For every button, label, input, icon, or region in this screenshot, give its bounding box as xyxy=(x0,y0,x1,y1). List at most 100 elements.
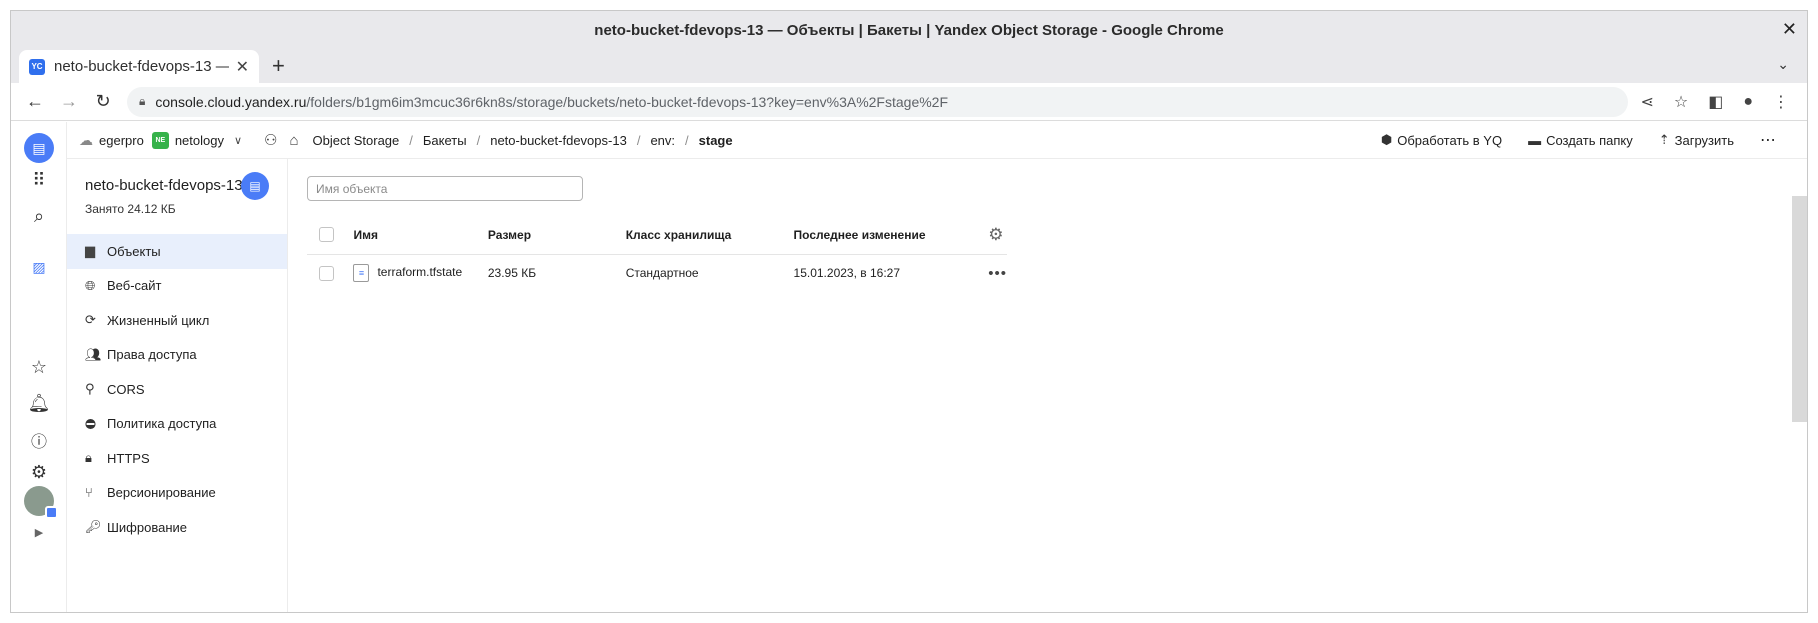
sidebar-item-lifecycle[interactable]: ⟳ Жизненный цикл xyxy=(67,303,287,338)
breadcrumb-buckets[interactable]: Бакеты xyxy=(423,133,467,148)
cycle-icon: ⟳ xyxy=(85,312,96,328)
create-folder-label: Создать папку xyxy=(1546,132,1633,148)
reload-icon[interactable]: ↻ xyxy=(89,88,117,116)
row-checkbox[interactable] xyxy=(319,265,334,281)
folder-chevron-down-icon[interactable]: ∨ xyxy=(234,134,242,147)
process-in-yq-label: Обработать в YQ xyxy=(1397,132,1503,148)
bucket-sidebar: neto-bucket-fdevops-13 Занято 24.12 КБ ▤… xyxy=(67,159,288,612)
sidebar-item-label: Шифрование xyxy=(107,519,187,535)
tab-title: neto-bucket-fdevops-13 — Объекты xyxy=(54,58,229,75)
column-modified[interactable]: Последнее изменение xyxy=(793,216,989,255)
breadcrumb-folder[interactable]: netology xyxy=(175,133,224,148)
sidebar-item-https[interactable]: 🔒︎ HTTPS xyxy=(67,441,287,476)
user-avatar[interactable] xyxy=(11,486,67,519)
bucket-service-icon[interactable]: ▨ xyxy=(11,259,67,276)
bookmark-star-icon[interactable]: ☆ xyxy=(1674,92,1688,112)
new-tab-icon[interactable]: + xyxy=(272,53,285,79)
back-icon[interactable]: ← xyxy=(21,88,49,116)
sidebar-item-versioning[interactable]: ⑂ Версионирование xyxy=(67,476,287,511)
upload-button[interactable]: ⇡ Загрузить xyxy=(1659,132,1734,148)
tab-strip: YC neto-bucket-fdevops-13 — Объекты ✕ + … xyxy=(11,50,1807,83)
sidebar-item-label: Права доступа xyxy=(107,347,197,363)
breadcrumb-separator: / xyxy=(476,132,481,148)
breadcrumb-prefix[interactable]: env: xyxy=(650,133,675,148)
select-all-checkbox[interactable] xyxy=(319,227,334,243)
site-info-icon[interactable]: 🔒︎ xyxy=(139,94,145,109)
bucket-icon: ▤ xyxy=(241,172,269,200)
sidebar-item-label: Политика доступа xyxy=(107,416,217,432)
globe-icon: 🌐︎ xyxy=(85,277,96,293)
more-actions-icon[interactable]: ⋯ xyxy=(1760,130,1777,150)
folder-icon: ▆ xyxy=(85,243,95,259)
services-graph-icon[interactable]: ⚇ xyxy=(264,131,277,149)
object-search-input[interactable] xyxy=(307,176,583,201)
column-name[interactable]: Имя xyxy=(353,216,488,255)
object-modified: 15.01.2023, в 16:27 xyxy=(793,266,900,281)
notifications-bell-icon[interactable]: 🔔︎ xyxy=(11,393,67,414)
create-folder-button[interactable]: ▬ Создать папку xyxy=(1528,133,1633,148)
home-icon[interactable]: ⌂ xyxy=(289,132,298,149)
window-title: neto-bucket-fdevops-13 — Объекты | Бакет… xyxy=(594,22,1224,39)
sidebar-item-label: Версионирование xyxy=(107,485,216,501)
breadcrumb-separator: / xyxy=(685,132,689,148)
favorites-star-icon[interactable]: ☆ xyxy=(11,357,67,378)
table-header-row: Имя Размер Класс хранилища Последнее изм… xyxy=(307,216,1007,255)
browser-tab[interactable]: YC neto-bucket-fdevops-13 — Объекты ✕ xyxy=(19,50,259,83)
share-icon[interactable]: ⋖ xyxy=(1640,92,1653,112)
breadcrumb-current: stage xyxy=(698,132,733,148)
rail-logo[interactable]: ▤ xyxy=(11,133,67,163)
sidebar-item-label: Жизненный цикл xyxy=(107,312,210,328)
column-storage-class[interactable]: Класс хранилища xyxy=(625,216,794,255)
sidebar-item-encryption[interactable]: 🔑︎ Шифрование xyxy=(67,510,287,545)
tab-search-icon[interactable]: ⌄ xyxy=(1777,56,1789,73)
breadcrumb-service[interactable]: Object Storage xyxy=(313,133,400,148)
side-panel-icon[interactable]: ◧ xyxy=(1708,92,1723,112)
select-all-cell xyxy=(307,216,354,255)
process-in-yq-button[interactable]: ⬢ Обработать в YQ xyxy=(1381,132,1502,148)
forward-icon[interactable]: → xyxy=(55,88,83,116)
column-size[interactable]: Размер xyxy=(487,216,626,255)
row-more-actions-icon[interactable]: ••• xyxy=(988,265,1007,282)
breadcrumb-bucket[interactable]: neto-bucket-fdevops-13 xyxy=(490,133,627,148)
expand-rail-icon[interactable]: ▶ xyxy=(11,526,67,539)
breadcrumb-cloud[interactable]: egerpro xyxy=(99,133,144,148)
table-row[interactable]: ≡ terraform.tfstate 23.95 КБ Стандартное … xyxy=(307,254,1007,292)
lock-icon: 🔒︎ xyxy=(85,450,92,466)
settings-gear-icon[interactable]: ⚙ xyxy=(11,462,67,483)
all-services-icon[interactable]: ⠿ xyxy=(11,170,67,191)
objects-panel: Имя Размер Класс хранилища Последнее изм… xyxy=(288,159,1807,612)
avatar xyxy=(24,486,58,519)
vertical-scrollbar[interactable] xyxy=(1792,196,1807,422)
row-select-cell xyxy=(307,254,353,292)
key-icon: 🔑︎ xyxy=(85,519,102,535)
storage-logo-icon: ▤ xyxy=(24,133,54,163)
title-bar: neto-bucket-fdevops-13 — Объекты | Бакет… xyxy=(11,11,1807,50)
sidebar-item-access-policy[interactable]: ⛔︎ Политика доступа xyxy=(67,407,287,442)
users-icon: 👥︎ xyxy=(85,346,102,362)
header-actions: ⬢ Обработать в YQ ▬ Создать папку ⇡ Загрузи… xyxy=(1381,130,1807,150)
objects-table: Имя Размер Класс хранилища Последнее изм… xyxy=(307,216,1007,292)
folder-plus-icon: ▬ xyxy=(1528,132,1542,148)
object-name[interactable]: terraform.tfstate xyxy=(377,265,462,279)
address-bar[interactable]: 🔒︎ console.cloud.yandex.ru/folders/b1gm6… xyxy=(127,86,1629,117)
column-settings-gear-icon[interactable]: ⚙ xyxy=(988,225,1003,244)
object-name-cell[interactable]: ≡ terraform.tfstate xyxy=(353,254,487,292)
sidebar-item-label: Объекты xyxy=(107,243,161,259)
column-settings-cell: ⚙ xyxy=(988,216,1007,255)
yq-icon: ⬢ xyxy=(1380,132,1393,147)
browser-window: neto-bucket-fdevops-13 — Объекты | Бакет… xyxy=(10,10,1808,613)
tab-close-icon[interactable]: ✕ xyxy=(236,57,249,77)
profile-icon[interactable]: ● xyxy=(1743,93,1753,111)
sidebar-item-website[interactable]: 🌐︎ Веб-сайт xyxy=(67,269,287,304)
object-storage-class: Стандартное xyxy=(625,266,699,281)
upload-label: Загрузить xyxy=(1674,132,1734,148)
sidebar-item-objects[interactable]: ▆ Объекты xyxy=(67,234,287,269)
sidebar-item-access-rights[interactable]: 👥︎ Права доступа xyxy=(67,338,287,373)
row-actions-cell: ••• xyxy=(988,254,1007,292)
search-icon[interactable]: ⌕ xyxy=(11,206,67,227)
window-close-icon[interactable]: ✕ xyxy=(1782,19,1797,40)
browser-menu-icon[interactable]: ⋮ xyxy=(1773,92,1789,112)
help-icon[interactable]: ⓘ xyxy=(11,428,67,452)
sidebar-item-label: Веб-сайт xyxy=(107,278,162,294)
sidebar-item-cors[interactable]: ⚲ CORS xyxy=(67,372,287,407)
